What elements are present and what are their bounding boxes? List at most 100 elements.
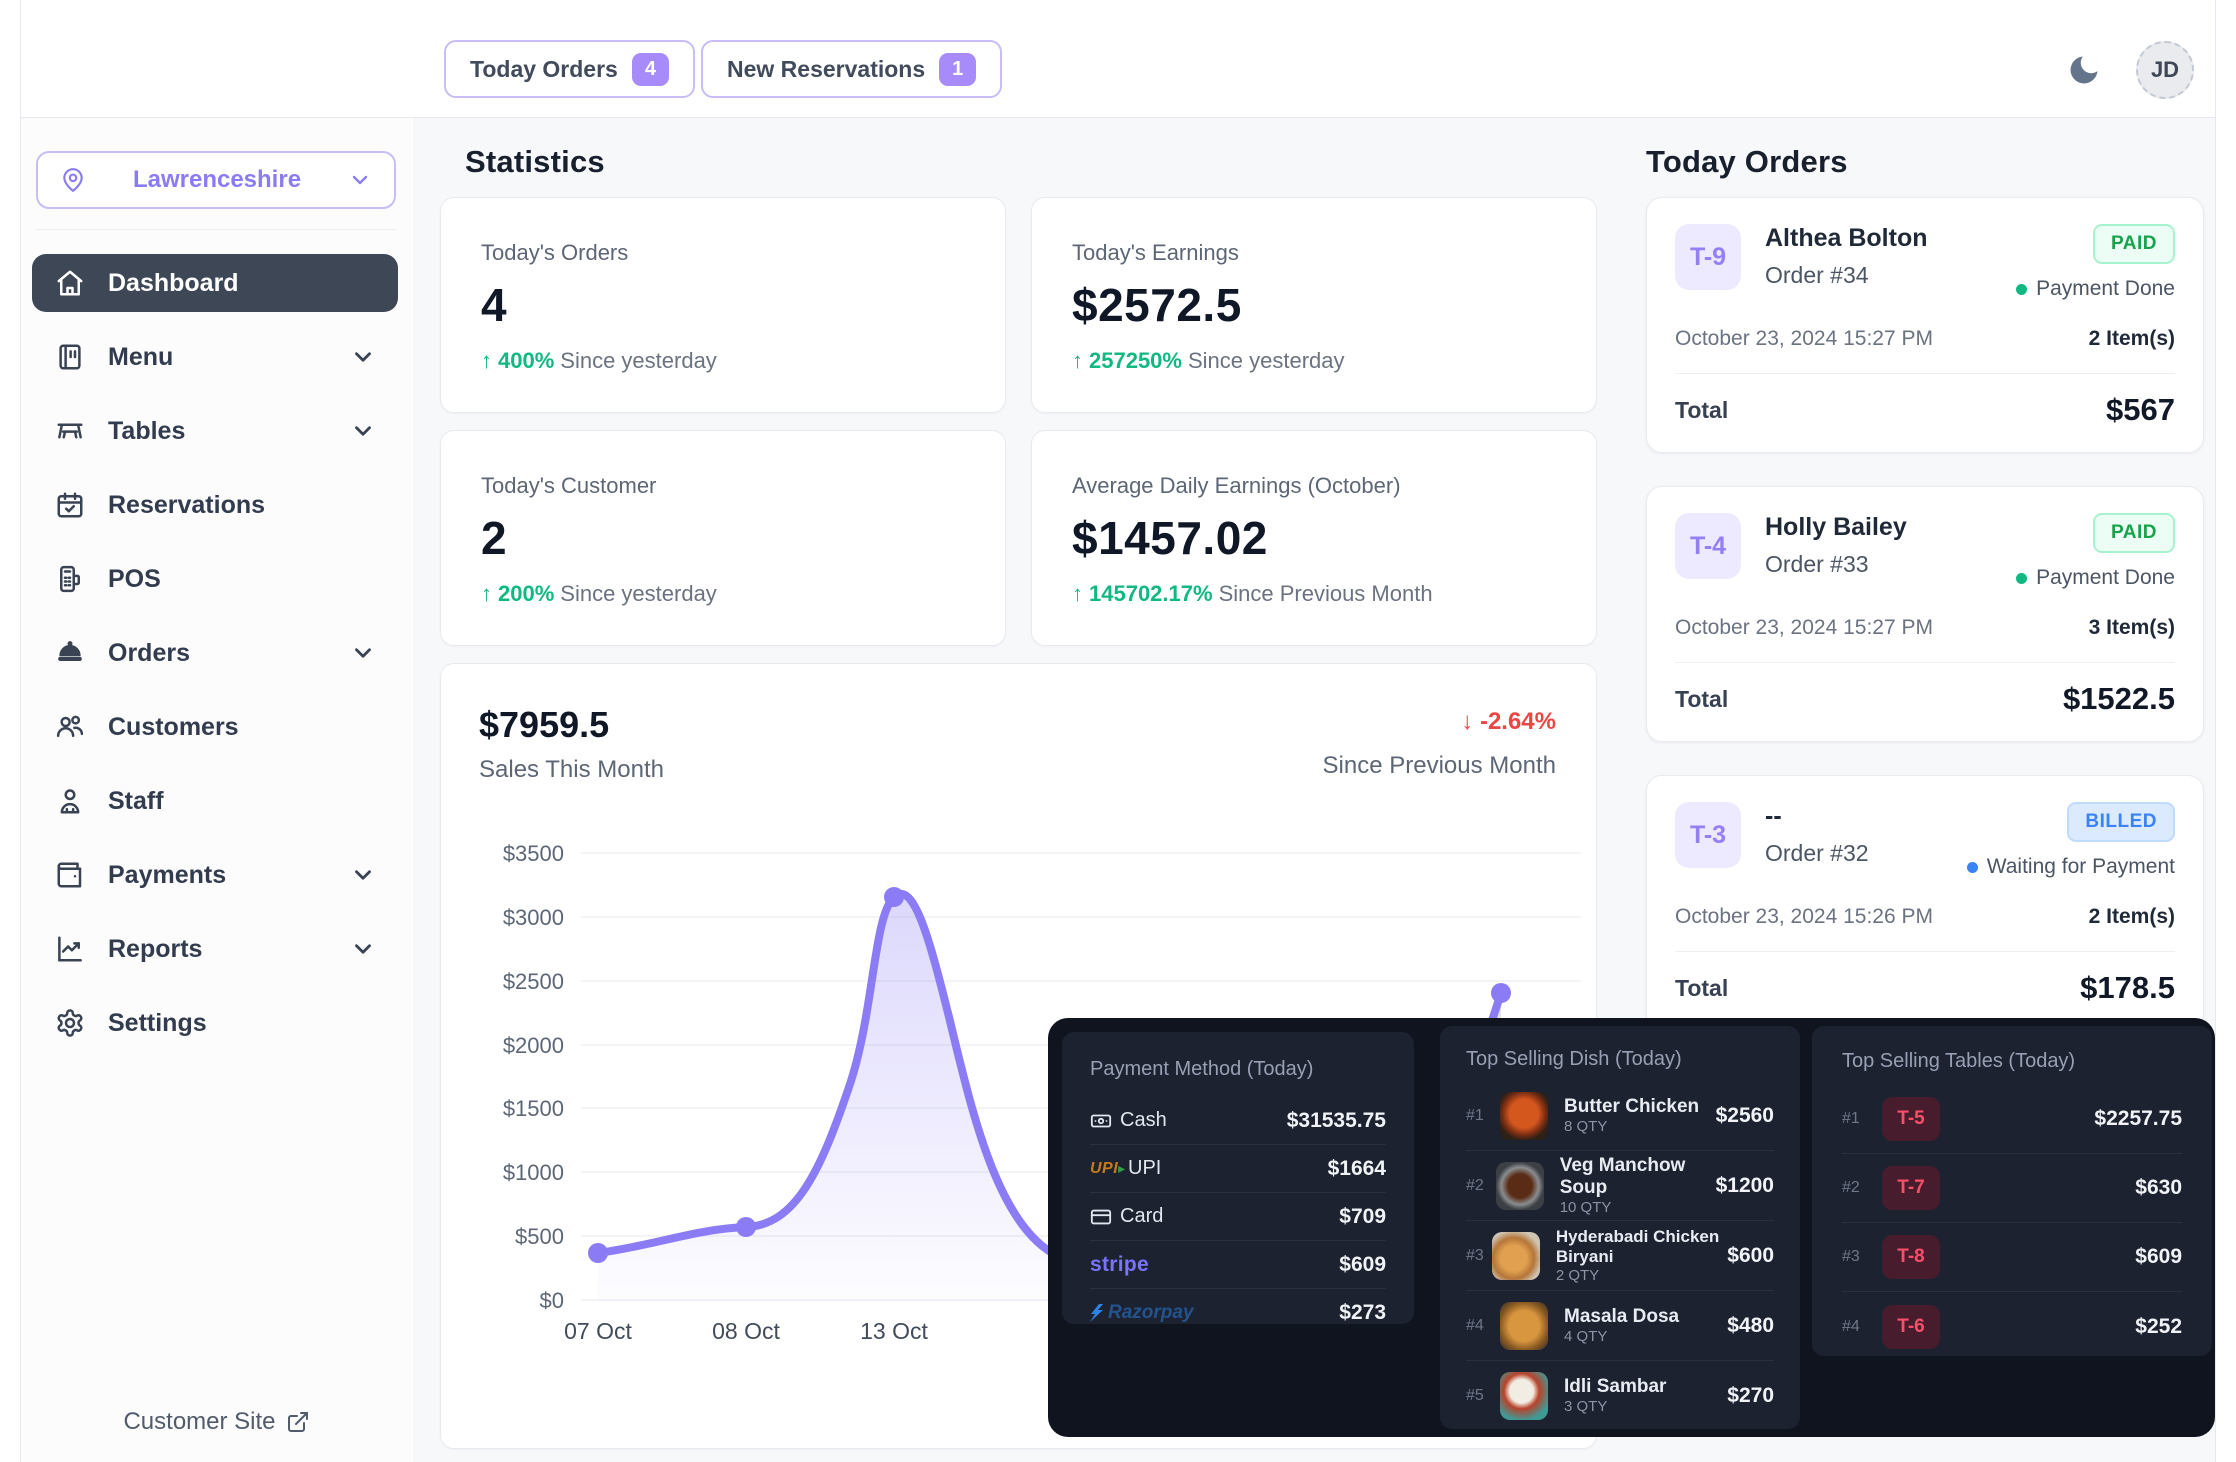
x-tick: 08 Oct [712,1318,780,1344]
y-tick: $2500 [503,969,564,994]
y-tick: $500 [515,1224,564,1249]
top-selling-tables-panel: Top Selling Tables (Today) #1 T-5 $2257.… [1812,1026,2212,1356]
table-rank: #1 [1842,1110,1876,1128]
chevron-down-icon [350,936,376,962]
payment-row: UPI▸ UPI $1664 [1090,1145,1386,1193]
payment-status: Payment Done [2016,566,2175,590]
new-reservations-button[interactable]: New Reservations 1 [701,40,1002,98]
dish-name: Masala Dosa [1564,1306,1679,1327]
sidebar-item-label: Payments [108,861,328,890]
customer-name: Althea Bolton [1765,224,1928,253]
table-row: #2 T-7 $630 [1842,1154,2182,1223]
chevron-down-icon [350,344,376,370]
dashboard-app: Today Orders 4 New Reservations 1 JD Law… [0,0,2236,1462]
dish-rank: #1 [1466,1107,1500,1125]
y-tick: $1500 [503,1096,564,1121]
sales-chart-title: Sales This Month [479,756,664,784]
data-point[interactable] [1491,983,1511,1003]
sidebar-item-payments[interactable]: Payments [32,838,398,912]
sidebar-item-label: Orders [108,639,328,668]
dish-value: $1200 [1716,1174,1774,1198]
payment-label: Cash [1120,1109,1167,1132]
order-date: October 23, 2024 15:27 PM [1675,327,1933,351]
data-point[interactable] [736,1217,756,1237]
top-selling-dish-panel: Top Selling Dish (Today) #1 Butter Chick… [1440,1026,1800,1429]
location-chevron-down-icon [348,168,372,192]
up-arrow-icon: ↑ [481,581,492,607]
sidebar-item-reports[interactable]: Reports [32,912,398,986]
sidebar-item-settings[interactable]: Settings [32,986,398,1060]
order-total: $1522.5 [2063,681,2175,717]
dish-value: $480 [1727,1314,1774,1338]
dish-rank: #4 [1466,1317,1500,1335]
stat-card-todays-customer: Today's Customer 2 ↑200%Since yesterday [440,430,1006,646]
stat-title: Today's Customer [481,473,965,499]
wallet-icon [54,859,86,891]
location-select[interactable]: Lawrenceshire [36,151,396,209]
frame-right-border [2215,0,2216,1462]
order-total: $178.5 [2080,970,2175,1006]
payment-value: $609 [1339,1253,1386,1277]
y-tick: $3500 [503,841,564,866]
sidebar-item-tables[interactable]: Tables [32,394,398,468]
card-divider [1675,662,2175,663]
cloche-icon [54,637,86,669]
chevron-down-icon [350,640,376,666]
dish-photo [1496,1162,1544,1210]
sidebar-item-label: Reports [108,935,328,964]
order-items-count: 2 Item(s) [2089,327,2175,351]
stat-title: Average Daily Earnings (October) [1072,473,1556,499]
data-point[interactable] [884,887,904,907]
order-date: October 23, 2024 15:27 PM [1675,616,1933,640]
sidebar-item-menu[interactable]: Menu [32,320,398,394]
card-divider [1675,951,2175,952]
payment-label: UPI [1128,1157,1161,1180]
sidebar-item-reservations[interactable]: Reservations [32,468,398,542]
sales-change-label: Since Previous Month [1323,752,1556,780]
sidebar-item-customers[interactable]: Customers [32,690,398,764]
data-point[interactable] [588,1243,608,1263]
up-arrow-icon: ↑ [1072,348,1083,374]
dark-mode-toggle[interactable] [2062,48,2106,92]
dish-photo [1500,1372,1548,1420]
today-orders-button[interactable]: Today Orders 4 [444,40,695,98]
table-value: $252 [2135,1315,2182,1339]
y-tick: $0 [540,1288,564,1313]
order-card[interactable]: T-9 Althea Bolton Order #34 PAID Payment… [1646,197,2204,453]
up-arrow-icon: ↑ [481,348,492,374]
payment-row: stripe $609 [1090,1241,1386,1289]
stat-card-average-daily-earnings: Average Daily Earnings (October) $1457.0… [1031,430,1597,646]
dish-rank: #5 [1466,1387,1500,1405]
sidebar-item-label: Staff [108,787,376,816]
sidebar-item-label: Reservations [108,491,376,520]
order-card[interactable]: T-4 Holly Bailey Order #33 PAID Payment … [1646,486,2204,742]
payment-value: $31535.75 [1287,1109,1386,1133]
user-avatar[interactable]: JD [2136,41,2194,99]
gear-icon [54,1007,86,1039]
customer-site-link[interactable]: Customer Site [21,1408,412,1436]
table-badge: T-8 [1882,1235,1940,1279]
today-orders-list: T-9 Althea Bolton Order #34 PAID Payment… [1646,197,2204,1090]
location-pin-icon [60,167,86,193]
sidebar-item-dashboard[interactable]: Dashboard [32,254,398,312]
new-reservations-count-badge: 1 [939,53,976,86]
customer-name: Holly Bailey [1765,513,1907,542]
sidebar-item-label: Tables [108,417,328,446]
chevron-down-icon [350,418,376,444]
pos-terminal-icon [54,563,86,595]
sidebar-item-staff[interactable]: Staff [32,764,398,838]
stat-delta: ↑257250%Since yesterday [1072,348,1556,374]
status-dot-icon [2016,284,2027,295]
table-badge: T-4 [1675,513,1741,579]
status-dot-icon [2016,573,2027,584]
razorpay-wordmark: Razorpay [1108,1302,1194,1324]
order-card[interactable]: T-3 -- Order #32 BILLED Waiting for Paym… [1646,775,2204,1031]
table-badge: T-5 [1882,1097,1940,1141]
sidebar-item-pos[interactable]: POS [32,542,398,616]
sidebar-item-label: Dashboard [108,269,376,298]
total-label: Total [1675,686,1728,713]
today-orders-count-badge: 4 [632,53,669,86]
customer-name: -- [1765,802,1869,831]
sidebar-item-orders[interactable]: Orders [32,616,398,690]
total-label: Total [1675,975,1728,1002]
